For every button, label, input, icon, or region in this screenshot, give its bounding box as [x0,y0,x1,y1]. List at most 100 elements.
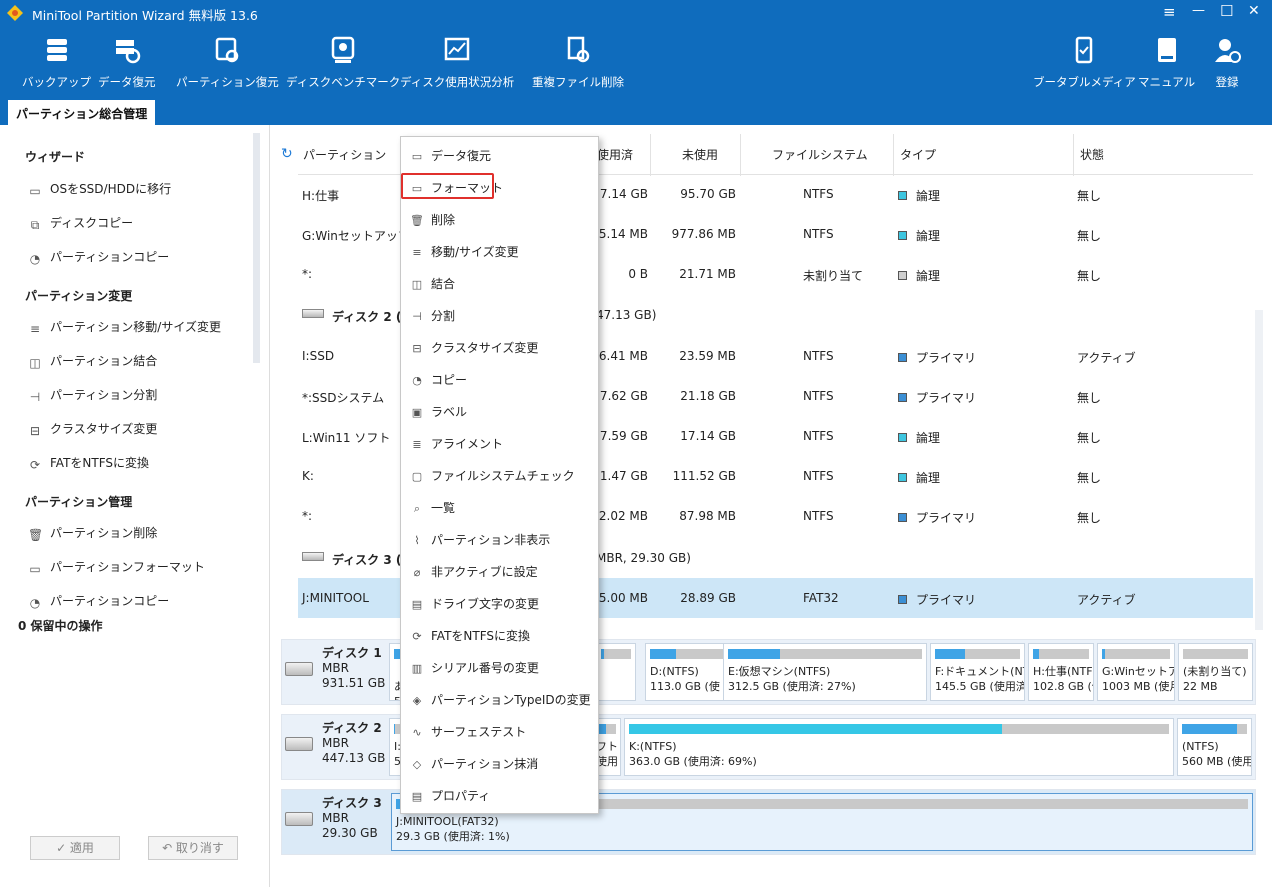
partition-block[interactable] [596,643,636,701]
menu-item-convert[interactable]: ⟳ FATをNTFSに変換 [410,625,590,647]
used-value: 0 B [628,267,648,281]
unused-value: 28.89 GB [680,591,736,605]
menu-item-drive-letter[interactable]: ▤ ドライブ文字の変更 [410,593,590,615]
menu-item-split[interactable]: ⊣ 分割 [410,305,590,327]
toolbar-bootable-media-button[interactable]: ブータブルメディア [1033,36,1136,90]
menu-item-label: 非アクティブに設定 [431,565,538,579]
undo-button[interactable]: ↶ 取り消す [148,836,238,860]
toolbar-duplicate-file-button[interactable]: 重複ファイル削除 [532,36,624,90]
bootable-media-icon [1076,36,1093,64]
type-swatch [898,191,907,200]
disk-scheme: MBR [322,811,349,825]
type-swatch [898,433,907,442]
type-label: プライマリ [916,351,977,365]
table-scrollbar[interactable] [1255,310,1263,630]
col-used[interactable]: 使用済 [597,146,633,163]
partition-l2: 102.8 GB (使 [1033,680,1093,693]
menu-item-label: 分割 [431,309,456,323]
partition-l1: (NTFS) [1182,740,1219,753]
partition-block[interactable]: G:Winセットアップ 1003 MB (使月 [1097,643,1175,701]
menu-item-label: コピー [431,373,468,387]
partition-block[interactable]: E:仮想マシン(NTFS) 312.5 GB (使用済: 27%) [723,643,927,701]
sidebar-item-migrate-os[interactable]: ▭ OSをSSD/HDDに移行 [28,180,171,198]
menu-item-surface-test[interactable]: ∿ サーフェステスト [410,721,590,743]
maximize-button[interactable]: ☐ [1220,2,1233,20]
partition-block[interactable]: K:(NTFS) 363.0 GB (使用済: 69%) [624,718,1174,776]
partition-name: L:Win11 ソフト [302,431,391,445]
format-icon: ▭ [29,562,41,576]
menu-item-merge[interactable]: ◫ 結合 [410,273,590,295]
col-divider [893,134,894,176]
sidebar-scrollbar[interactable] [253,133,260,363]
typeid-icon: ◈ [412,694,422,707]
partition-block[interactable]: H:仕事(NTFS) 102.8 GB (使 [1028,643,1094,701]
menu-item-trash[interactable]: 🗑 削除 [410,209,590,231]
refresh-icon[interactable]: ↻ [281,146,293,162]
col-status[interactable]: 状態 [1080,146,1104,163]
toolbar-data-recovery-button[interactable]: データ復元 [98,36,156,90]
menu-item-hide[interactable]: ⌇ パーティション非表示 [410,529,590,551]
col-unused[interactable]: 未使用 [682,146,718,163]
sidebar-item-delete[interactable]: 🗑 パーティション削除 [28,524,157,542]
sidebar-item-copy[interactable]: ◔ パーティションコピー [28,592,170,610]
menu-item-label: クラスタサイズ変更 [431,341,539,355]
used-value: 25.14 MB [591,227,648,241]
menu-item-align[interactable]: ≣ アライメント [410,433,590,455]
usage-fill [629,724,1002,734]
toolbar-disk-benchmark-button[interactable]: ディスクベンチマーク [286,36,400,90]
sidebar-item-format[interactable]: ▭ パーティションフォーマット [28,558,205,576]
align-icon: ≣ [412,438,422,451]
menu-item-label: ファイルシステムチェック [431,469,575,483]
menu-item-fs-check[interactable]: ▢ ファイルシステムチェック [410,465,590,487]
menu-item-move-resize[interactable]: ≡ 移動/サイズ変更 [410,241,590,263]
menu-item-label[interactable]: ▣ ラベル [410,401,590,423]
partition-l2: 312.5 GB (使用済: 27%) [728,680,856,693]
menu-item-data-recovery[interactable]: ▭ データ復元 [410,145,590,167]
menu-item-cluster-size[interactable]: ⊟ クラスタサイズ変更 [410,337,590,359]
apply-button[interactable]: ✓ 適用 [30,836,120,860]
unused-value: 95.70 GB [680,187,736,201]
toolbar-manual-button[interactable]: マニュアル [1138,36,1195,90]
col-type[interactable]: タイプ [900,146,936,163]
explore-icon: ⌕ [413,502,421,515]
sidebar-item-fat-to-ntfs[interactable]: ⟳ FATをNTFSに変換 [28,454,149,472]
sidebar-item-cluster-size[interactable]: ⊟ クラスタサイズ変更 [28,420,157,438]
usage-bar [650,649,723,659]
sidebar-item-move-resize[interactable]: ≡ パーティション移動/サイズ変更 [28,318,221,336]
col-partition[interactable]: パーティション [303,146,386,163]
menu-icon[interactable]: ≡ [1163,3,1176,21]
fs-check-icon: ▢ [411,470,423,483]
disk-size: 931.51 GB [322,676,386,690]
tab-partition-management[interactable]: パーティション総合管理 [8,100,156,125]
col-filesystem[interactable]: ファイルシステム [772,146,868,163]
menu-item-explore[interactable]: ⌕ 一覧 [410,497,590,519]
close-button[interactable]: ✕ [1248,3,1260,19]
toolbar-space-analyzer-button[interactable]: ディスク使用状況分析 [400,36,514,90]
menu-item-label: 一覧 [431,501,456,515]
partition-l1: E:仮想マシン(NTFS) [728,665,831,678]
sidebar-item-partition-copy[interactable]: ◔ パーティションコピー [28,248,170,266]
toolbar-backup-button[interactable]: バックアップ [22,36,91,90]
sidebar-item-disk-copy[interactable]: ⧉ ディスクコピー [28,214,133,232]
toolbar-partition-recovery-button[interactable]: パーティション復元 [176,36,279,90]
menu-item-properties[interactable]: ▤ プロパティ [410,785,590,807]
disk-drive-icon [285,812,313,826]
minimize-button[interactable]: — [1192,3,1205,18]
context-menu: ▭ データ復元 ▭ フォーマット 🗑 削除 ≡ 移動/サイズ変更 ◫ 結合 ⊣ 分割 ⊟ クラスタサイズ変… [400,136,599,814]
sidebar-item-split[interactable]: ⊣ パーティション分割 [28,386,158,404]
menu-item-label: シリアル番号の変更 [431,661,539,675]
partition-block[interactable]: (未割り当て) 22 MB [1178,643,1253,701]
menu-item-wipe[interactable]: ◇ パーティション抹消 [410,753,590,775]
menu-item-copy[interactable]: ◔ コピー [410,369,590,391]
toolbar-register-button[interactable]: 登録 [1213,36,1241,90]
used-value: 26.41 MB [591,349,648,363]
partition-block[interactable]: D:(NTFS) 113.0 GB (使 [645,643,728,701]
partition-name: K: [302,469,314,483]
partition-block[interactable]: F:ドキュメント(NTF 145.5 GB (使用済 [930,643,1025,701]
sidebar-item-merge[interactable]: ◫ パーティション結合 [28,352,157,370]
menu-item-serial[interactable]: ▥ シリアル番号の変更 [410,657,590,679]
partition-block[interactable]: (NTFS) 560 MB (使用 [1177,718,1252,776]
menu-item-typeid[interactable]: ◈ パーティションTypeIDの変更 [410,689,591,711]
menu-item-inactive[interactable]: ⌀ 非アクティブに設定 [410,561,590,583]
partition-text: H:仕事(NTFS) 102.8 GB (使 [1033,664,1093,694]
